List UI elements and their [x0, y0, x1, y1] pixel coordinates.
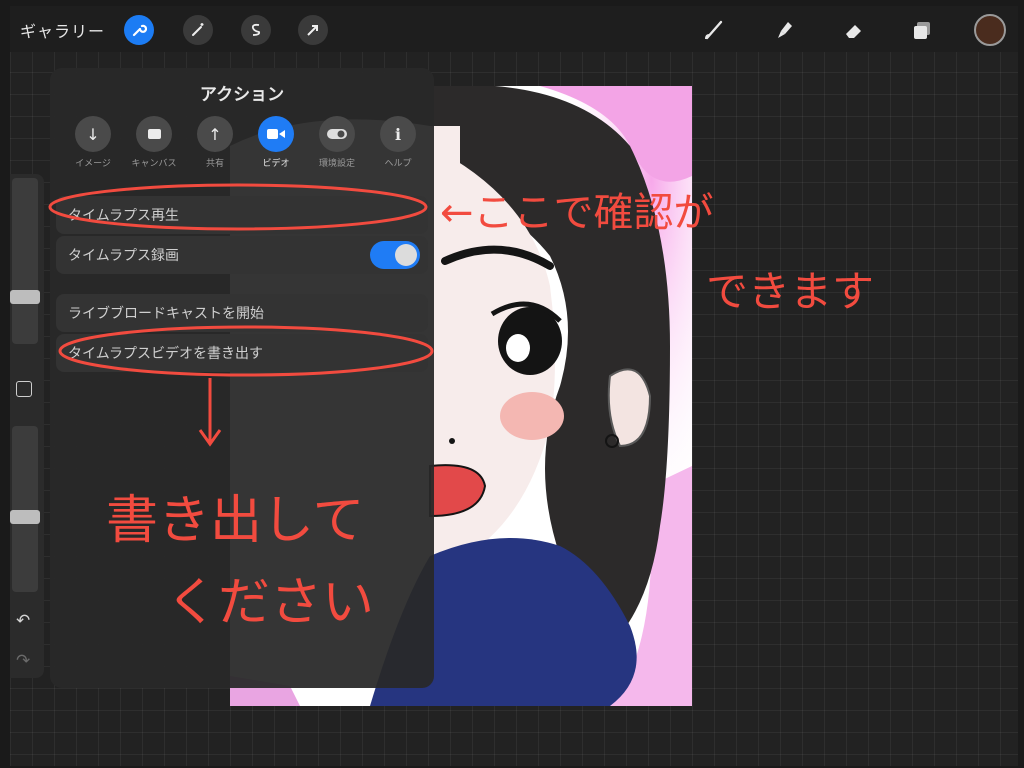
tab-image[interactable]: ↓ イメージ [68, 116, 118, 169]
procreate-screen: ギャラリー ↶ ↷ アクション ↓ イメージ キャンバス ↑ 共有 ビデオ 環境… [10, 6, 1018, 766]
tab-label: 環境設定 [318, 159, 355, 169]
tab-canvas[interactable]: キャンバス [129, 116, 179, 169]
share-icon: ↑ [197, 116, 233, 152]
canvas-icon [136, 116, 172, 152]
top-toolbar: ギャラリー [10, 6, 1018, 52]
opacity-thumb[interactable] [10, 510, 40, 524]
toggle-icon [319, 116, 355, 152]
tab-share[interactable]: ↑ 共有 [190, 116, 240, 169]
actions-popover: アクション ↓ イメージ キャンバス ↑ 共有 ビデオ 環境設定 i ヘルプ タ… [50, 68, 434, 688]
annotation-note-2: できます [706, 267, 874, 316]
info-icon: i [380, 116, 416, 152]
live-broadcast-item[interactable]: ライブブロードキャストを開始 [56, 294, 428, 332]
arrow-icon[interactable] [298, 15, 328, 45]
timelapse-replay-item[interactable]: タイムラプス再生 [56, 196, 428, 234]
tab-label: ビデオ [262, 159, 290, 169]
eraser-icon[interactable] [840, 16, 868, 44]
video-icon [258, 116, 294, 152]
brush-size-thumb[interactable] [10, 290, 40, 304]
redo-icon[interactable]: ↷ [16, 651, 30, 671]
brush-icon[interactable] [700, 16, 728, 44]
popover-title: アクション [199, 85, 285, 105]
left-sidebar: ↶ ↷ [10, 174, 44, 678]
item-label: タイムラプス録画 [68, 248, 180, 264]
magic-wand-icon[interactable] [183, 15, 213, 45]
tab-video[interactable]: ビデオ [251, 116, 301, 169]
timelapse-record-item: タイムラプス録画 [56, 236, 428, 274]
color-swatch[interactable] [974, 14, 1006, 46]
layers-icon[interactable] [908, 16, 936, 44]
download-icon: ↓ [75, 116, 111, 152]
brush-size-slider[interactable] [10, 178, 40, 344]
opacity-slider[interactable] [10, 426, 40, 592]
selection-icon[interactable] [241, 15, 271, 45]
item-label: タイムラプス再生 [68, 208, 180, 224]
export-timelapse-item[interactable]: タイムラプスビデオを書き出す [56, 334, 428, 372]
wrench-icon[interactable] [124, 15, 154, 45]
timelapse-record-toggle[interactable] [370, 241, 420, 269]
tab-label: イメージ [75, 159, 111, 169]
tab-label: ヘルプ [384, 159, 412, 169]
undo-icon[interactable]: ↶ [16, 611, 30, 631]
tab-help[interactable]: i ヘルプ [373, 116, 423, 169]
tab-label: キャンバス [131, 159, 177, 169]
tab-label: 共有 [205, 159, 224, 169]
modify-button[interactable] [16, 381, 32, 397]
gallery-button[interactable]: ギャラリー [20, 18, 105, 42]
item-label: ライブブロードキャストを開始 [68, 306, 264, 322]
item-label: タイムラプスビデオを書き出す [68, 346, 264, 362]
tab-preferences[interactable]: 環境設定 [312, 116, 362, 169]
smudge-icon[interactable] [770, 16, 798, 44]
